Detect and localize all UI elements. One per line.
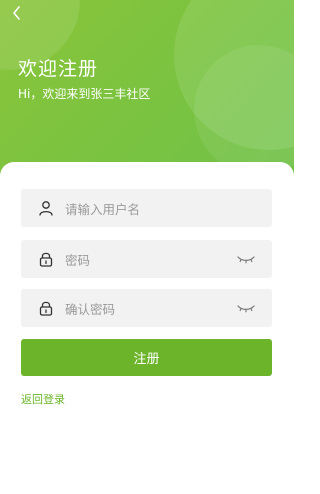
page-subtitle: Hi，欢迎来到张三丰社区 — [18, 87, 151, 101]
password-placeholder: 密码 — [65, 252, 91, 268]
form-card: 请输入用户名 密码 确认密码 注册 返回登录 — [0, 162, 294, 494]
confirm-password-field[interactable]: 确认密码 — [21, 289, 272, 327]
confirm-password-placeholder: 确认密码 — [65, 301, 116, 317]
lock-icon — [37, 250, 55, 268]
eye-closed-icon[interactable] — [236, 302, 256, 314]
register-button[interactable]: 注册 — [21, 339, 272, 376]
eye-closed-icon[interactable] — [236, 253, 256, 265]
back-button[interactable] — [8, 4, 26, 22]
user-icon — [37, 199, 55, 217]
lock-icon — [37, 299, 55, 317]
chevron-left-icon — [13, 6, 20, 20]
username-field[interactable]: 请输入用户名 — [21, 189, 272, 227]
username-placeholder: 请输入用户名 — [65, 201, 141, 217]
password-field[interactable]: 密码 — [21, 240, 272, 278]
page-title: 欢迎注册 — [18, 58, 99, 80]
back-to-login-link[interactable]: 返回登录 — [21, 391, 65, 407]
